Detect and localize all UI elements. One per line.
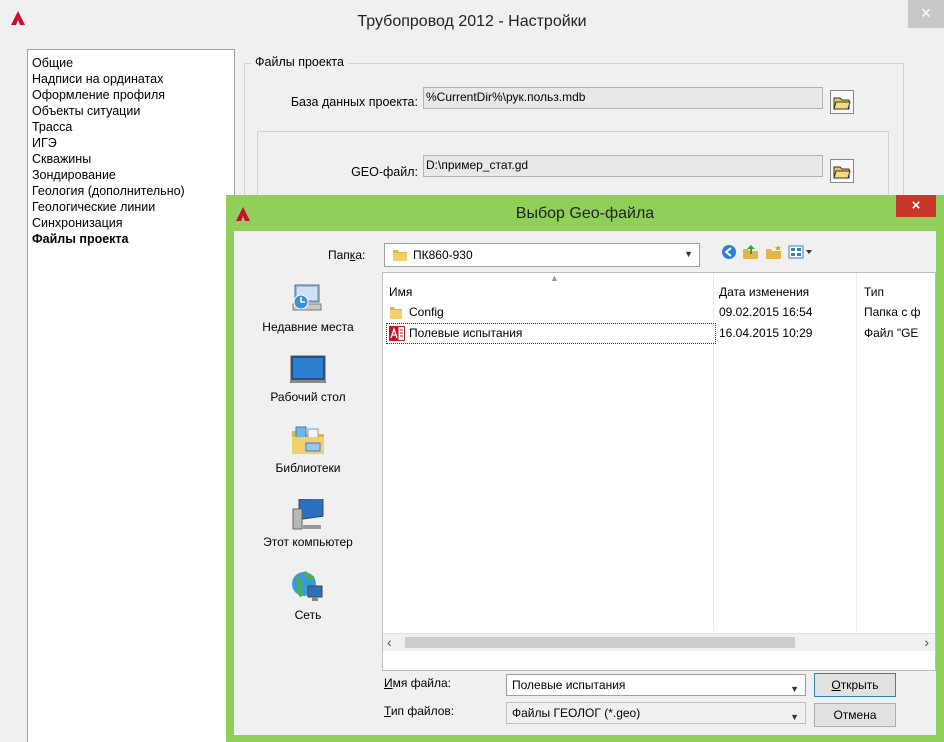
chevron-down-icon: ▼	[684, 249, 693, 259]
back-icon[interactable]	[721, 244, 737, 260]
file-type: Папка с ф	[864, 305, 921, 319]
column-date[interactable]: Дата изменения	[719, 285, 809, 299]
place-label: Этот компьютер	[263, 535, 353, 549]
sort-ascending-icon: ▲	[550, 273, 559, 283]
column-type[interactable]: Тип	[864, 285, 884, 299]
nav-item[interactable]: Файлы проекта	[28, 231, 234, 247]
dialog-close-button[interactable]: ×	[896, 195, 936, 217]
chevron-down-icon[interactable]: ▼	[790, 679, 799, 699]
places-bar: Недавние места Рабочий стол Библиотеки Э…	[242, 272, 374, 671]
settings-nav-list: Общие Надписи на ординатах Оформление проф…	[27, 49, 235, 742]
group-title: Файлы проекта	[251, 55, 348, 69]
chevron-down-icon[interactable]: ▼	[790, 707, 799, 727]
dialog-title: Выбор Geo-файла	[515, 205, 655, 222]
scroll-right-icon[interactable]: ›	[924, 634, 929, 650]
open-folder-icon	[833, 166, 851, 179]
place-label: Библиотеки	[275, 461, 341, 475]
file-date: 09.02.2015 16:54	[719, 305, 813, 319]
dialog-titlebar: Выбор Geo-файла ×	[226, 195, 944, 231]
geo-file-dialog: Выбор Geo-файла × Папка: ПК860-930 ▼ Нед…	[226, 195, 944, 742]
nav-item[interactable]: ИГЭ	[28, 135, 234, 151]
file-name-cell: Config	[387, 303, 715, 322]
folder-value: ПК860-930	[413, 248, 473, 262]
filename-label: Имя файла:	[384, 676, 451, 690]
nav-item[interactable]: Зондирование	[28, 167, 234, 183]
db-label: База данных проекта:	[290, 95, 418, 109]
network-icon	[292, 570, 323, 601]
geo-file-icon	[389, 326, 405, 341]
window-title: Трубопровод 2012 - Настройки	[357, 13, 587, 30]
filetype-select[interactable]: Файлы ГЕОЛОГ (*.geo) ▼	[506, 702, 806, 724]
computer-icon	[292, 499, 324, 530]
geo-label: GEO-файл:	[351, 165, 418, 179]
nav-item[interactable]: Трасса	[28, 119, 234, 135]
nav-item[interactable]: Общие	[28, 55, 234, 71]
file-row[interactable]: Config 09.02.2015 16:54 Папка с ф	[383, 303, 937, 323]
geo-browse-button[interactable]	[830, 159, 854, 183]
scroll-left-icon[interactable]: ‹	[387, 634, 392, 650]
column-name[interactable]: Имя	[389, 285, 412, 299]
nav-item[interactable]: Надписи на ординатах	[28, 71, 234, 87]
place-label: Сеть	[294, 608, 322, 622]
filename-value: Полевые испытания	[512, 678, 626, 692]
file-list[interactable]: ▲ Имя Дата изменения Тип Config 09.02.20…	[382, 272, 936, 671]
open-button[interactable]: Открыть	[814, 673, 896, 697]
view-menu-icon[interactable]	[788, 244, 814, 260]
window-close-button[interactable]: ×	[908, 0, 944, 28]
cancel-button[interactable]: Отмена	[814, 703, 896, 727]
folder-select[interactable]: ПК860-930 ▼	[384, 243, 700, 267]
folder-icon	[390, 307, 402, 319]
file-date: 16.04.2015 10:29	[719, 326, 813, 340]
recent-places-icon	[292, 284, 322, 311]
place-label: Недавние места	[262, 320, 354, 334]
geo-path-field[interactable]: D:\пример_стат.gd	[423, 155, 823, 177]
file-type: Файл "GE	[864, 326, 919, 340]
new-folder-icon[interactable]	[765, 244, 783, 260]
filetype-value: Файлы ГЕОЛОГ (*.geo)	[512, 706, 641, 720]
file-name: Полевые испытания	[409, 326, 523, 340]
horizontal-scrollbar[interactable]: ‹ ›	[383, 633, 935, 651]
dialog-body: Папка: ПК860-930 ▼ Недавние места Рабочи…	[234, 231, 936, 735]
desktop-icon	[290, 355, 326, 383]
scroll-thumb[interactable]	[405, 637, 795, 648]
file-row[interactable]: Полевые испытания 16.04.2015 10:29 Файл …	[383, 323, 937, 344]
nav-item[interactable]: Объекты ситуации	[28, 103, 234, 119]
nav-item[interactable]: Оформление профиля	[28, 87, 234, 103]
main-titlebar: Трубопровод 2012 - Настройки ×	[0, 0, 944, 44]
file-name-cell: Полевые испытания	[386, 323, 716, 344]
nav-item[interactable]: Геологические линии	[28, 199, 234, 215]
folder-label: Папка:	[328, 248, 366, 262]
db-browse-button[interactable]	[830, 90, 854, 114]
file-name: Config	[409, 305, 444, 319]
place-recent[interactable]: Недавние места	[242, 282, 374, 334]
open-folder-icon	[833, 97, 851, 110]
place-computer[interactable]: Этот компьютер	[242, 499, 374, 549]
db-path-field[interactable]: %CurrentDir%\рук.польз.mdb	[423, 87, 823, 109]
nav-item[interactable]: Геология (дополнительно)	[28, 183, 234, 199]
place-network[interactable]: Сеть	[242, 570, 374, 622]
place-libraries[interactable]: Библиотеки	[242, 425, 374, 475]
libraries-icon	[292, 426, 324, 454]
filename-input[interactable]: Полевые испытания ▼	[506, 674, 806, 696]
up-folder-icon[interactable]	[742, 244, 760, 260]
nav-item[interactable]: Скважины	[28, 151, 234, 167]
filetype-label: Тип файлов:	[384, 704, 455, 718]
nav-item[interactable]: Синхронизация	[28, 215, 234, 231]
place-label: Рабочий стол	[270, 390, 346, 404]
folder-icon	[393, 250, 407, 261]
place-desktop[interactable]: Рабочий стол	[242, 354, 374, 404]
